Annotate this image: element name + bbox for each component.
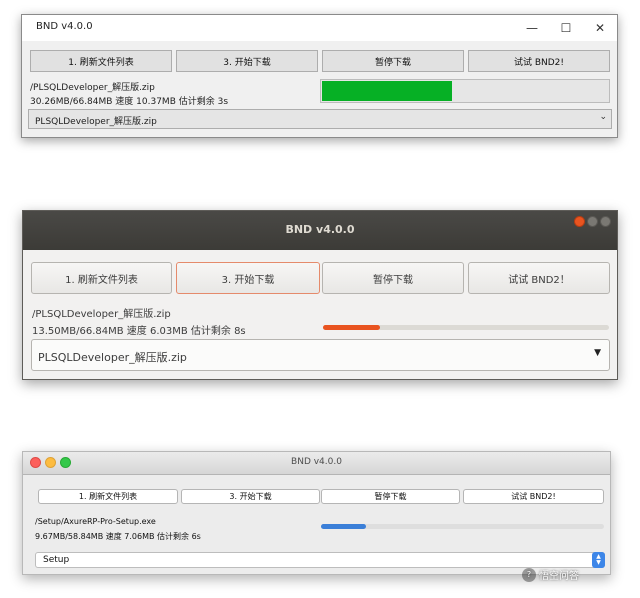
- file-path: /PLSQLDeveloper_解压版.zip: [32, 309, 171, 320]
- pause-download-button[interactable]: 暂停下载: [322, 50, 464, 72]
- close-icon[interactable]: [574, 216, 585, 227]
- pause-download-button[interactable]: 暂停下载: [322, 262, 464, 294]
- minimize-icon[interactable]: [587, 216, 598, 227]
- try-bnd2-button[interactable]: 试试 BND2!: [468, 50, 610, 72]
- try-bnd2-button[interactable]: 试试 BND2!: [463, 489, 604, 504]
- maximize-icon[interactable]: [600, 216, 611, 227]
- download-status: 30.26MB/66.84MB 速度 10.37MB 估计剩余 3s: [30, 97, 229, 107]
- pause-download-button[interactable]: 暂停下载: [321, 489, 460, 504]
- selected-folder: Setup: [43, 555, 70, 565]
- start-download-button[interactable]: 3. 开始下载: [176, 50, 318, 72]
- maximize-button[interactable]: ☐: [549, 15, 583, 41]
- window-title: BND v4.0.0: [285, 223, 355, 236]
- up-down-stepper-icon[interactable]: ▲ ▼: [592, 552, 605, 568]
- progress-bar: [321, 524, 604, 529]
- triangle-down-icon: ▼: [594, 348, 601, 358]
- progress-fill: [322, 81, 452, 101]
- bnd-window-macos: BND v4.0.0 1. 刷新文件列表 3. 开始下载 暂停下载 试试 BND…: [22, 451, 611, 575]
- progress-fill: [323, 325, 380, 330]
- refresh-file-list-button[interactable]: 1. 刷新文件列表: [38, 489, 178, 504]
- download-status: 9.67MB/58.84MB 速度 7.06MB 估计剩余 6s: [35, 532, 201, 541]
- start-download-button[interactable]: 3. 开始下载: [181, 489, 320, 504]
- title-bar[interactable]: BND v4.0.0: [23, 452, 610, 475]
- start-download-button[interactable]: 3. 开始下载: [176, 262, 320, 294]
- file-select[interactable]: PLSQLDeveloper_解压版.zip ▼: [31, 339, 610, 371]
- selected-file: PLSQLDeveloper_解压版.zip: [35, 117, 157, 127]
- minimize-button[interactable]: —: [515, 15, 549, 41]
- file-path: /Setup/AxureRP-Pro-Setup.exe: [35, 517, 156, 526]
- bnd-window-windows: BND v4.0.0 — ☐ ✕ 1. 刷新文件列表 3. 开始下载 暂停下载 …: [21, 14, 618, 138]
- bnd-window-ubuntu: BND v4.0.0 1. 刷新文件列表 3. 开始下载 暂停下载 试试 BND…: [22, 210, 618, 380]
- watermark-text: 悟空问答: [539, 571, 579, 582]
- download-status: 13.50MB/66.84MB 速度 6.03MB 估计剩余 8s: [32, 326, 246, 337]
- watermark: ? 悟空问答: [522, 567, 579, 582]
- window-title: BND v4.0.0: [291, 457, 342, 467]
- file-path: /PLSQLDeveloper_解压版.zip: [30, 83, 155, 93]
- chevron-down-icon: ⌄: [599, 112, 607, 122]
- file-select[interactable]: PLSQLDeveloper_解压版.zip ⌄: [28, 109, 612, 129]
- selected-file: PLSQLDeveloper_解压版.zip: [38, 351, 187, 364]
- refresh-file-list-button[interactable]: 1. 刷新文件列表: [31, 262, 172, 294]
- close-button[interactable]: ✕: [583, 15, 617, 41]
- progress-fill: [321, 524, 366, 529]
- file-select[interactable]: Setup ▲ ▼: [35, 552, 605, 568]
- refresh-file-list-button[interactable]: 1. 刷新文件列表: [30, 50, 172, 72]
- title-bar[interactable]: BND v4.0.0 — ☐ ✕: [22, 15, 617, 41]
- title-bar[interactable]: BND v4.0.0: [23, 211, 617, 250]
- watermark-logo-icon: ?: [522, 567, 536, 582]
- window-title: BND v4.0.0: [36, 21, 93, 32]
- try-bnd2-button[interactable]: 试试 BND2！: [468, 262, 610, 294]
- progress-bar: [323, 325, 609, 330]
- progress-bar: [320, 79, 610, 103]
